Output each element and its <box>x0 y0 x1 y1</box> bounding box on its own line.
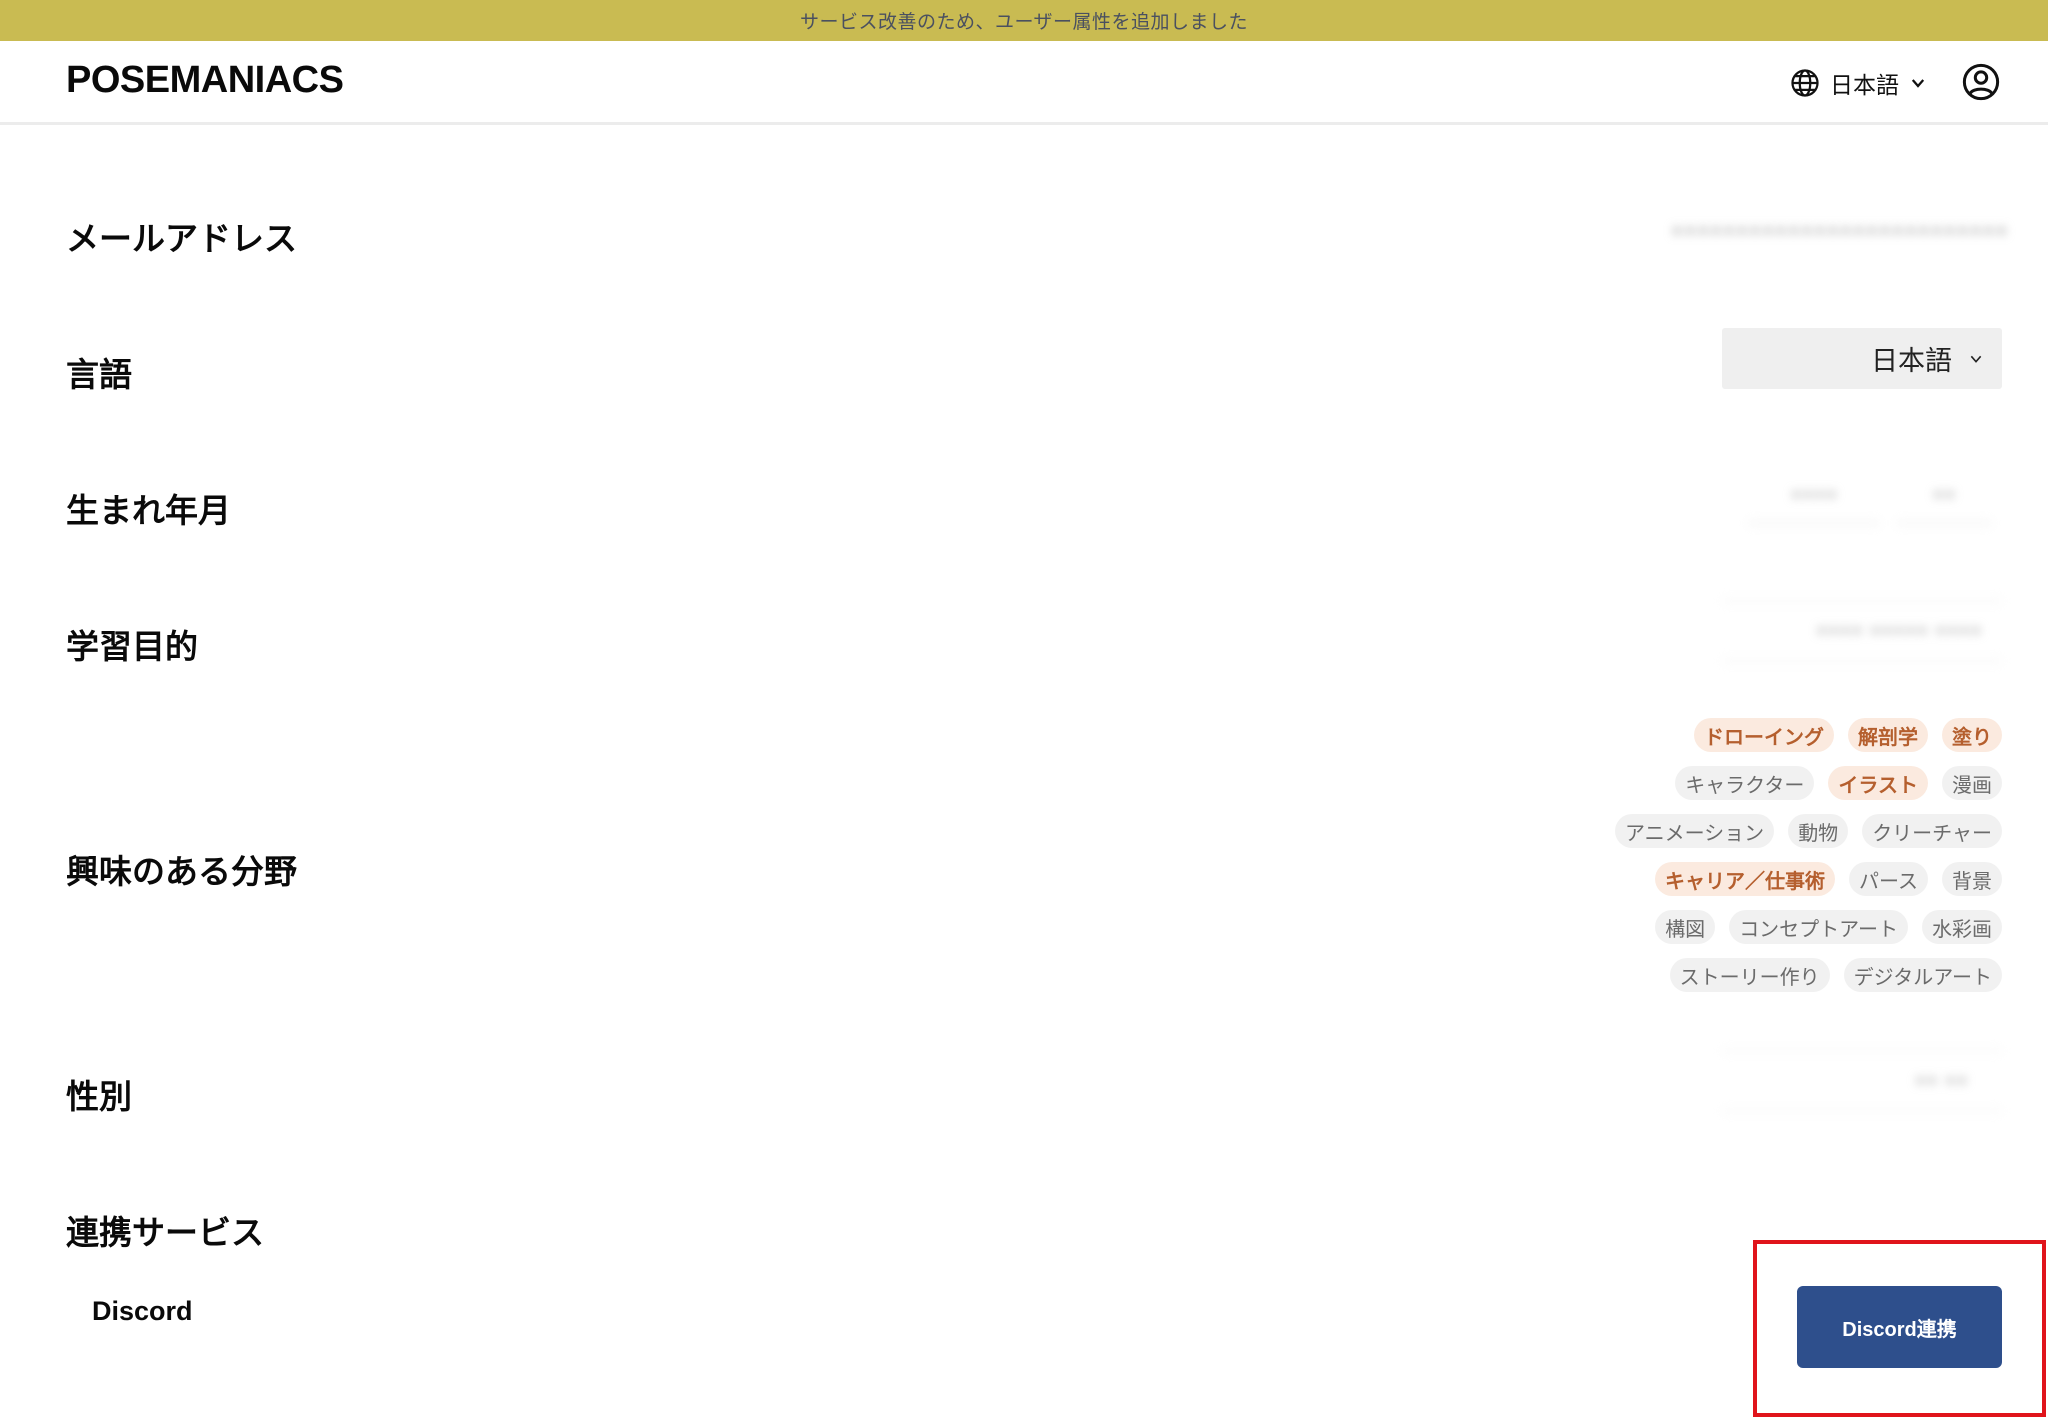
interest-tag[interactable]: コンセプトアート <box>1729 910 1908 944</box>
site-logo[interactable]: POSEMANIACS <box>66 59 344 102</box>
interests-row: 構図 コンセプトアート 水彩画 <box>1655 910 2002 944</box>
interest-tag[interactable]: 水彩画 <box>1922 910 2002 944</box>
interest-tag[interactable]: クリーチャー <box>1862 814 2002 848</box>
interests-row: キャラクター イラスト 漫画 <box>1675 766 2002 800</box>
purpose-label: 学習目的 <box>66 627 198 666</box>
interest-tag[interactable]: デジタルアート <box>1843 958 2002 992</box>
announcement-banner: サービス改善のため、ユーザー属性を追加しました <box>0 0 2048 41</box>
interest-tag[interactable]: 漫画 <box>1942 766 2002 800</box>
site-header: POSEMANIACS 日本語 <box>0 41 2048 125</box>
linked-services-label: 連携サービス <box>66 1213 264 1252</box>
interest-tag[interactable]: 塗り <box>1942 718 2002 752</box>
language-label: 言語 <box>66 355 132 394</box>
language-select-value: 日本語 <box>1871 346 1952 377</box>
interest-tag[interactable]: 構図 <box>1655 910 1716 944</box>
interests-row: ドローイング 解剖学 塗り <box>1694 718 2002 752</box>
globe-icon <box>1791 69 1819 97</box>
interest-tag[interactable]: イラスト <box>1828 766 1928 800</box>
email-label: メールアドレス <box>66 219 297 258</box>
interest-tag[interactable]: ドローイング <box>1694 718 1834 752</box>
interests-label: 興味のある分野 <box>66 852 297 891</box>
language-select[interactable]: 日本語 <box>1722 328 2002 389</box>
gender-select[interactable]: •• •• <box>1722 1050 2002 1112</box>
gender-label: 性別 <box>66 1077 132 1116</box>
purpose-select[interactable]: •••• ••••• •••• <box>1722 600 2002 662</box>
interest-tag[interactable]: パース <box>1849 862 1928 896</box>
language-switcher-label: 日本語 <box>1830 73 1899 99</box>
interests-row: アニメーション 動物 クリーチャー <box>1614 814 2002 848</box>
interests-tag-list: ドローイング 解剖学 塗り キャラクター イラスト 漫画 アニメーション 動物 クリーチャー キャ… <box>1540 718 2002 992</box>
birth-label: 生まれ年月 <box>66 491 231 530</box>
chevron-down-icon <box>1911 79 1925 88</box>
discord-service-name: Discord <box>92 1296 193 1326</box>
chevron-down-icon <box>1970 355 1982 363</box>
language-switcher[interactable]: 日本語 <box>1790 63 1927 103</box>
interest-tag[interactable]: キャラクター <box>1675 766 1815 800</box>
interest-tag[interactable]: キャリア／仕事術 <box>1655 862 1835 896</box>
birth-month-select[interactable]: •• <box>1896 468 1992 524</box>
email-value: •••••••••••••••••••••••••• <box>1670 220 2008 245</box>
interest-tag[interactable]: アニメーション <box>1614 814 1775 848</box>
discord-connect-button[interactable]: Discord連携 <box>1797 1286 2002 1368</box>
interest-tag[interactable]: 動物 <box>1788 814 1849 848</box>
interests-row: ストーリー作り デジタルアート <box>1669 958 2002 992</box>
interest-tag[interactable]: 解剖学 <box>1848 718 1928 752</box>
banner-text: サービス改善のため、ユーザー属性を追加しました <box>799 11 1249 33</box>
interest-tag[interactable]: ストーリー作り <box>1669 958 1830 992</box>
interests-row: キャリア／仕事術 パース 背景 <box>1655 862 2002 896</box>
interest-tag[interactable]: 背景 <box>1942 862 2002 896</box>
account-icon[interactable] <box>1962 63 2000 101</box>
birth-year-select[interactable]: •••• <box>1748 468 1880 524</box>
